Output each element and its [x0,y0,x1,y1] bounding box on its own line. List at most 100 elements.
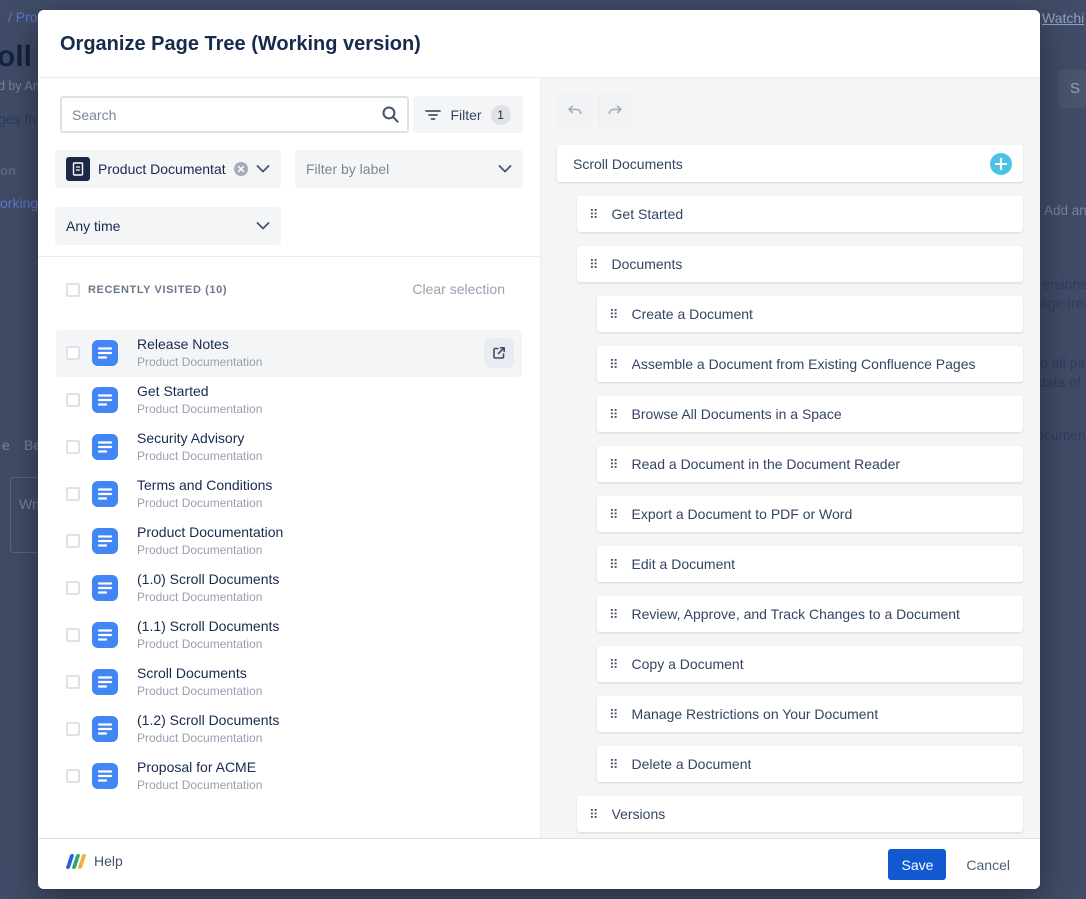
bg-text: o all pag [1040,355,1086,371]
tree-node[interactable]: ⠿Versions [577,796,1023,832]
tree-node-label: Documents [612,256,683,272]
item-title: (1.0) Scroll Documents [137,571,279,587]
tree-node[interactable]: ⠿Delete a Document [597,746,1023,782]
list-item[interactable]: (1.1) Scroll Documents Product Documenta… [56,612,522,659]
item-title: Scroll Documents [137,665,247,681]
drag-handle-icon[interactable]: ⠿ [589,808,599,821]
list-section-header: RECENTLY VISITED (10) [88,284,227,296]
page-icon [92,716,118,742]
k15t-logo-icon [66,854,87,869]
list-item[interactable]: Release Notes Product Documentation [56,330,522,377]
tree-node-label: Assemble a Document from Existing Conflu… [632,356,976,372]
tree-node-label: Edit a Document [632,556,736,572]
item-checkbox[interactable] [66,628,80,642]
item-checkbox[interactable] [66,769,80,783]
save-button[interactable]: Save [888,849,946,880]
filter-button[interactable]: Filter 1 [413,96,523,133]
drag-handle-icon[interactable]: ⠿ [609,708,619,721]
tree-node[interactable]: ⠿Get Started [577,196,1023,232]
tree-node[interactable]: ⠿Read a Document in the Document Reader [597,446,1023,482]
help-label: Help [94,853,123,869]
remove-space-filter-icon[interactable] [234,162,248,176]
drag-handle-icon[interactable]: ⠿ [589,208,599,221]
search-icon [381,105,400,124]
bg-text: data of t [1038,374,1086,390]
tree-node[interactable]: ⠿Copy a Document [597,646,1023,682]
item-subtitle: Product Documentation [137,684,262,698]
time-filter-dropdown[interactable]: Any time [55,207,281,245]
tree-root-label: Scroll Documents [573,156,683,172]
drag-handle-icon[interactable]: ⠿ [609,458,619,471]
bg-text: ersions [1042,276,1086,292]
drag-handle-icon[interactable]: ⠿ [589,258,599,271]
help-link[interactable]: Help [68,853,123,869]
tree-node-label: Browse All Documents in a Space [632,406,842,422]
tree-root-node[interactable]: Scroll Documents [557,145,1023,182]
item-title: (1.2) Scroll Documents [137,712,279,728]
bg-byline: d by An [0,79,40,93]
drag-handle-icon[interactable]: ⠿ [609,408,619,421]
bg-section-label: on [0,163,16,178]
dialog-header: Organize Page Tree (Working version) [38,10,1040,78]
list-item[interactable]: Get Started Product Documentation [56,377,522,424]
drag-handle-icon[interactable]: ⠿ [609,358,619,371]
footer-actions: Save Cancel [888,849,1010,880]
page-tree-panel: Scroll Documents ⠿Get Started ⠿ Documents… [540,78,1040,838]
open-in-new-tab-button[interactable] [484,338,514,368]
screen: / Pro oll D d by An ges fro on orking e … [0,0,1086,899]
item-checkbox[interactable] [66,346,80,360]
drag-handle-icon[interactable]: ⠿ [609,608,619,621]
redo-button[interactable] [597,94,633,128]
select-all-checkbox[interactable] [66,283,80,297]
list-item[interactable]: Scroll Documents Product Documentation [56,659,522,706]
drag-handle-icon[interactable]: ⠿ [609,558,619,571]
tree-node[interactable]: ⠿Review, Approve, and Track Changes to a… [597,596,1023,632]
bg-text: ges fro [0,111,41,127]
list-item[interactable]: (1.2) Scroll Documents Product Documenta… [56,706,522,753]
tree-node-label: Create a Document [632,306,753,322]
label-filter-dropdown[interactable]: Filter by label [295,150,523,188]
clear-selection-link[interactable]: Clear selection [412,281,505,297]
list-item[interactable]: Proposal for ACME Product Documentation [56,753,522,800]
item-checkbox[interactable] [66,581,80,595]
dialog-title: Organize Page Tree (Working version) [60,33,421,56]
item-checkbox[interactable] [66,487,80,501]
drag-handle-icon[interactable]: ⠿ [609,508,619,521]
item-checkbox[interactable] [66,722,80,736]
list-item[interactable]: (1.0) Scroll Documents Product Documenta… [56,565,522,612]
cancel-button[interactable]: Cancel [966,857,1010,873]
drag-handle-icon[interactable]: ⠿ [609,758,619,771]
undo-button[interactable] [557,94,593,128]
external-link-icon [491,345,507,361]
tree-node[interactable]: ⠿Manage Restrictions on Your Document [597,696,1023,732]
item-checkbox[interactable] [66,675,80,689]
tree-node[interactable]: ⠿Export a Document to PDF or Word [597,496,1023,532]
tree-node[interactable]: ⠿ Documents [577,246,1023,282]
drag-handle-icon[interactable]: ⠿ [609,658,619,671]
item-title: Release Notes [137,336,229,352]
time-filter-value: Any time [66,218,120,234]
tree-node[interactable]: ⠿ Create a Document [597,296,1023,332]
drag-handle-icon[interactable]: ⠿ [609,308,619,321]
add-page-button[interactable] [990,153,1012,175]
search-field-wrap [60,96,409,133]
item-checkbox[interactable] [66,534,80,548]
list-item[interactable]: Terms and Conditions Product Documentati… [56,471,522,518]
space-filter-value: Product Documentat [98,161,226,177]
item-title: (1.1) Scroll Documents [137,618,279,634]
bg-share-button: S [1058,70,1086,108]
list-item[interactable]: Security Advisory Product Documentation [56,424,522,471]
item-subtitle: Product Documentation [137,731,262,745]
tree-node[interactable]: ⠿ Edit a Document [597,546,1023,582]
list-item[interactable]: Product Documentation Product Documentat… [56,518,522,565]
tree-node[interactable]: ⠿ Assemble a Document from Existing Confl… [597,346,1023,382]
space-filter-dropdown[interactable]: Product Documentat [55,150,281,188]
item-checkbox[interactable] [66,440,80,454]
tree-node[interactable]: ⠿ Browse All Documents in a Space [597,396,1023,432]
item-checkbox[interactable] [66,393,80,407]
document-icon [72,162,84,176]
dialog-footer: Help Save Cancel [38,838,1040,889]
page-icon [92,575,118,601]
search-input[interactable] [60,96,409,133]
bg-text: ocument [1036,427,1086,443]
